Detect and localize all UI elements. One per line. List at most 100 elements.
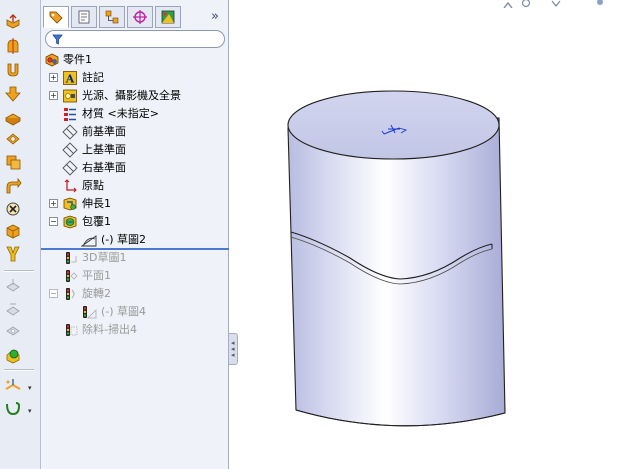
cylinder-body[interactable] — [287, 117, 506, 427]
revolve-cut-button[interactable] — [3, 129, 23, 149]
sweep-boss-button[interactable] — [3, 60, 23, 80]
panel-collapse-handle[interactable]: ◂ ◂ ◂ — [229, 333, 238, 365]
hole-wizard-icon — [6, 326, 20, 336]
tree-item-revolve2[interactable]: − 旋轉2 — [41, 285, 229, 303]
loft-cut-button[interactable] — [3, 176, 23, 196]
lights-cameras-icon — [62, 88, 78, 104]
draft-button[interactable] — [3, 299, 23, 319]
tree-item-material[interactable]: 材質 <未指定> — [41, 105, 229, 123]
rib-icon — [6, 246, 20, 262]
graphics-area[interactable] — [238, 0, 634, 469]
tree-item-sketch4[interactable]: (-) 草圖4 — [41, 303, 229, 321]
tree-item-label: 除料-掃出4 — [82, 323, 137, 336]
tree-item-label: (-) 草圖4 — [101, 305, 147, 318]
part-model-view[interactable] — [238, 0, 634, 469]
property-manager-icon — [78, 10, 90, 24]
annotations-icon: A — [62, 70, 78, 86]
plane-icon — [62, 142, 78, 158]
hole-wizard-button[interactable] — [3, 321, 23, 341]
curves-dropdown[interactable]: ▾ — [28, 407, 36, 415]
tree-item-label: 3D草圖1 — [82, 251, 127, 264]
sketch3d-icon — [62, 250, 78, 266]
sweep-cut-button[interactable] — [3, 152, 23, 172]
tree-item-sweep-cut4[interactable]: 除料-掃出4 — [41, 321, 229, 339]
tree-item-label: 旋轉2 — [82, 287, 111, 300]
revolve-cut-icon — [6, 133, 20, 145]
wrap-icon — [6, 349, 20, 364]
tree-item-label: 材質 <未指定> — [82, 107, 159, 120]
tree-item-plane1[interactable]: 平面1 — [41, 267, 229, 285]
tree-item-annotations[interactable]: + A 註記 — [41, 69, 229, 87]
fillet-button[interactable] — [3, 199, 23, 219]
revolve-boss-button[interactable] — [3, 36, 23, 56]
draft-icon — [6, 303, 20, 316]
chamfer-icon — [6, 224, 20, 239]
wrap-button[interactable] — [3, 345, 23, 365]
tree-item-label: 原點 — [82, 179, 104, 192]
sweep-cut-icon — [6, 155, 21, 170]
expand-toggle[interactable]: + — [49, 73, 58, 82]
svg-text:A: A — [65, 73, 75, 86]
filter-icon — [52, 34, 63, 45]
reference-geometry-button[interactable] — [3, 376, 23, 396]
property-manager-tab[interactable] — [71, 6, 97, 28]
tree-item-label: (-) 草圖2 — [101, 233, 147, 246]
part-name: 零件1 — [63, 53, 92, 66]
toolbar-separator — [4, 270, 34, 272]
loft-cut-icon — [6, 177, 22, 194]
toolbar-separator — [4, 369, 34, 371]
rib-button[interactable] — [3, 244, 23, 264]
tree-item-label: 包覆1 — [82, 215, 111, 228]
panel-tabs: » — [41, 3, 229, 29]
tree-item-label: 前基準面 — [82, 125, 126, 138]
sketch-icon — [80, 232, 97, 248]
tree-item-sketch2[interactable]: (-) 草圖2 — [41, 231, 229, 249]
feature-manager-tab[interactable] — [43, 6, 69, 28]
plane-icon — [62, 160, 78, 176]
material-icon — [62, 106, 78, 122]
feature-manager-icon — [49, 11, 63, 24]
configuration-manager-tab[interactable] — [99, 6, 125, 28]
collapse-toggle[interactable]: − — [49, 217, 58, 226]
collapse-toggle[interactable]: − — [49, 289, 58, 298]
features-toolbar: ▾ ▾ — [0, 0, 41, 469]
feature-manager-panel: » 零件1 + A 註記 + 光源、攝影機及全景 材質 <未指定> 前基準面 上… — [41, 0, 229, 469]
cylinder-top-face[interactable] — [287, 90, 500, 160]
tree-item-top-plane[interactable]: 上基準面 — [41, 141, 229, 159]
extrude-icon — [62, 196, 78, 212]
shell-icon — [6, 279, 20, 292]
dimxpert-tab[interactable] — [127, 6, 153, 28]
tree-item-label: 上基準面 — [82, 143, 126, 156]
tree-item-lights-cameras[interactable]: + 光源、攝影機及全景 — [41, 87, 229, 105]
tree-item-right-plane[interactable]: 右基準面 — [41, 159, 229, 177]
sweep-boss-icon — [7, 63, 19, 77]
tree-item-origin[interactable]: 原點 — [41, 177, 229, 195]
loft-boss-button[interactable] — [3, 84, 23, 104]
loft-boss-icon — [5, 86, 21, 102]
extrude-boss-icon — [6, 14, 20, 29]
tree-root-part[interactable]: 零件1 — [41, 51, 229, 69]
extrude-cut-button[interactable] — [3, 107, 23, 127]
tree-item-label: 平面1 — [82, 269, 111, 282]
display-manager-icon — [161, 10, 175, 24]
display-manager-tab[interactable] — [155, 6, 181, 28]
feature-filter-input[interactable] — [45, 30, 225, 48]
sweep-cut-icon — [62, 322, 78, 338]
tree-item-wrap1[interactable]: − 包覆1 — [41, 213, 229, 231]
expand-toggle[interactable]: + — [49, 91, 58, 100]
configuration-manager-icon — [105, 10, 119, 24]
chamfer-button[interactable] — [3, 221, 23, 241]
plane-feature-icon — [62, 268, 78, 284]
curves-icon — [6, 402, 21, 416]
tree-item-front-plane[interactable]: 前基準面 — [41, 123, 229, 141]
expand-toggle[interactable]: + — [49, 199, 58, 208]
revolve-icon — [62, 286, 78, 302]
curves-button[interactable] — [3, 399, 23, 419]
shell-button[interactable] — [3, 276, 23, 296]
reference-geometry-dropdown[interactable]: ▾ — [28, 384, 36, 392]
dimxpert-icon — [133, 10, 147, 24]
extrude-boss-button[interactable] — [3, 12, 23, 32]
panel-more-button[interactable]: » — [207, 9, 223, 25]
tree-item-3dsketch1[interactable]: 3D草圖1 — [41, 249, 229, 267]
tree-item-extrude1[interactable]: + 伸長1 — [41, 195, 229, 213]
